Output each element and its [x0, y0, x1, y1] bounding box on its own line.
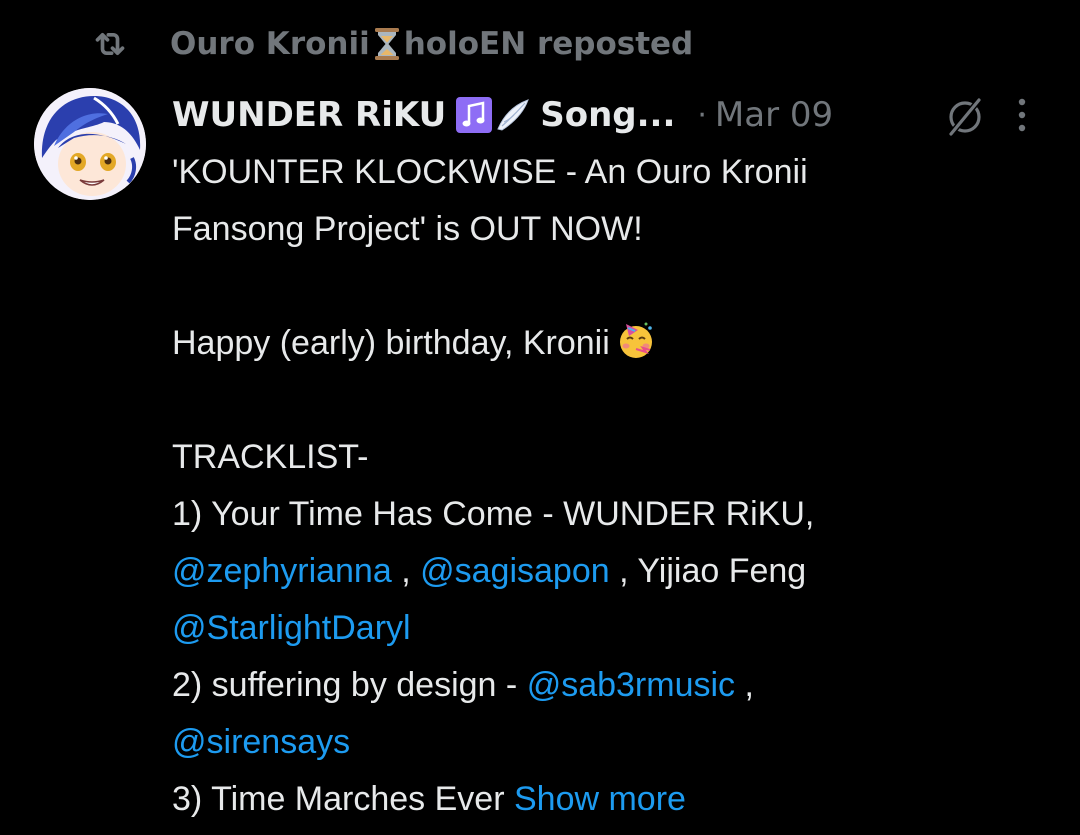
avatar[interactable]	[34, 88, 146, 200]
repost-suffix: holoEN reposted	[403, 26, 694, 62]
tweet-text: 'KOUNTER KLOCKWISE - An Ouro Kronii Fans…	[172, 144, 1052, 828]
mention-link[interactable]: @StarlightDaryl	[172, 609, 411, 647]
repost-header: Ouro Kronii holoEN reposted	[88, 22, 693, 66]
birthday-text: Happy (early) birthday, Kronii	[172, 324, 610, 362]
tweet-line: @StarlightDaryl	[172, 600, 1052, 657]
music-note-icon	[456, 97, 493, 133]
wing-icon	[497, 99, 530, 131]
show-more-link[interactable]: Show more	[514, 780, 686, 818]
repost-user[interactable]: Ouro Kronii	[170, 26, 370, 62]
tweet-text-fragment: ,	[391, 552, 421, 590]
mention-link[interactable]: @sirensays	[172, 723, 350, 761]
author-name-text[interactable]: WUNDER RiKU	[172, 95, 446, 135]
separator-dot: ·	[697, 97, 707, 133]
tweet-line: @sirensays	[172, 714, 1052, 771]
tweet-line: TRACKLIST-	[172, 438, 369, 476]
tweet-text-fragment: , Yijiao Feng	[609, 552, 807, 590]
author-name-tail[interactable]: Song...	[540, 95, 675, 135]
mention-link[interactable]: @zephyrianna	[172, 552, 392, 590]
repost-label[interactable]: Ouro Kronii holoEN reposted	[170, 26, 693, 62]
tweet-line: 3) Time Marches Ever Show more	[172, 771, 1052, 828]
mention-link[interactable]: @sagisapon	[420, 552, 610, 590]
tweet-header: WUNDER RiKU Song... · Mar 09	[172, 88, 1040, 142]
grok-icon[interactable]	[944, 96, 986, 138]
hourglass-icon	[374, 28, 399, 60]
tweet-date[interactable]: Mar 09	[715, 95, 833, 135]
mention-link[interactable]: @sab3rmusic	[527, 666, 735, 704]
tweet-line: Happy (early) birthday, Kronii	[172, 315, 1052, 372]
tweet-text-fragment: ,	[735, 666, 754, 704]
author-name[interactable]: WUNDER RiKU Song...	[172, 95, 675, 135]
tweet-text-fragment: 3) Time Marches Ever	[172, 780, 514, 818]
tweet-text-fragment: 2) suffering by design -	[172, 666, 527, 704]
tweet-line: 1) Your Time Has Come - WUNDER RiKU,	[172, 495, 815, 533]
repost-icon	[88, 22, 132, 66]
tweet-line: Fansong Project' is OUT NOW!	[172, 210, 643, 248]
partying-face-icon	[619, 322, 652, 358]
more-options-icon[interactable]	[1010, 94, 1034, 138]
tweet-line: 2) suffering by design - @sab3rmusic ,	[172, 657, 1052, 714]
tweet-line: @zephyrianna , @sagisapon , Yijiao Feng	[172, 543, 1052, 600]
tweet-line: 'KOUNTER KLOCKWISE - An Ouro Kronii	[172, 153, 808, 191]
